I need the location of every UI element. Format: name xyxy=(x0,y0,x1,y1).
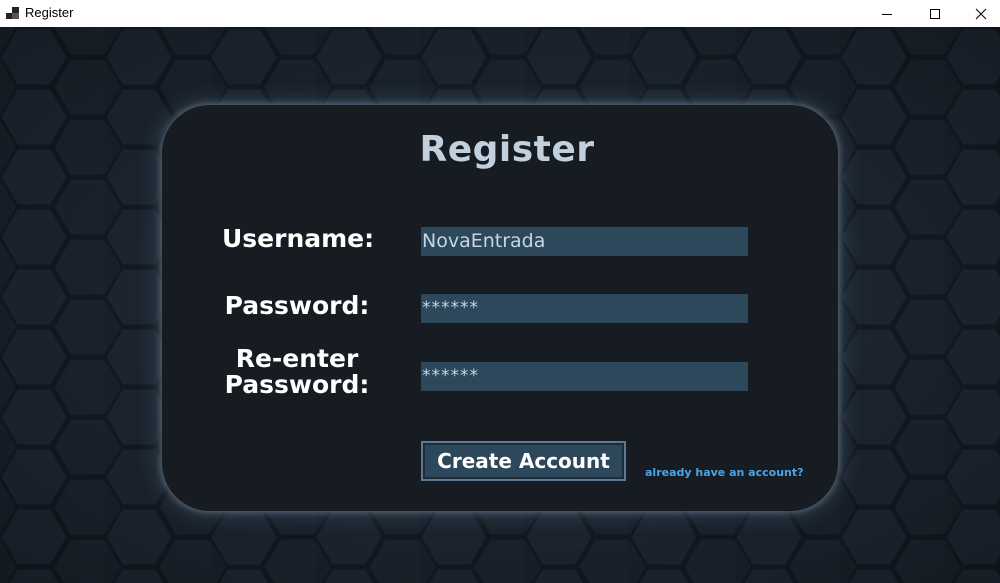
reenter-password-field[interactable]: ****** xyxy=(421,362,748,391)
window-title: Register xyxy=(25,5,74,20)
window-client-area: Register Username: NovaEntrada Password:… xyxy=(0,27,1000,583)
create-account-button[interactable]: Create Account xyxy=(421,441,626,481)
username-label: Username: xyxy=(222,224,375,253)
register-panel: Register Username: NovaEntrada Password:… xyxy=(162,105,838,511)
minimize-button[interactable] xyxy=(864,0,910,27)
password-label: Password: xyxy=(224,291,370,320)
app-icon xyxy=(6,7,19,19)
reenter-password-label: Re-enter Password: xyxy=(217,346,377,398)
close-button[interactable] xyxy=(958,0,1000,27)
maximize-icon xyxy=(930,8,940,19)
reenter-label-line1: Re-enter xyxy=(235,344,359,373)
maximize-button[interactable] xyxy=(912,0,958,27)
password-field[interactable]: ****** xyxy=(421,294,748,323)
username-field[interactable]: NovaEntrada xyxy=(421,227,748,256)
login-link[interactable]: already have an account? xyxy=(645,466,804,479)
close-icon xyxy=(975,8,987,19)
title-bar: Register xyxy=(0,0,1000,27)
minimize-icon xyxy=(882,13,892,15)
reenter-label-line2: Password: xyxy=(224,370,370,399)
page-title: Register xyxy=(419,129,595,170)
